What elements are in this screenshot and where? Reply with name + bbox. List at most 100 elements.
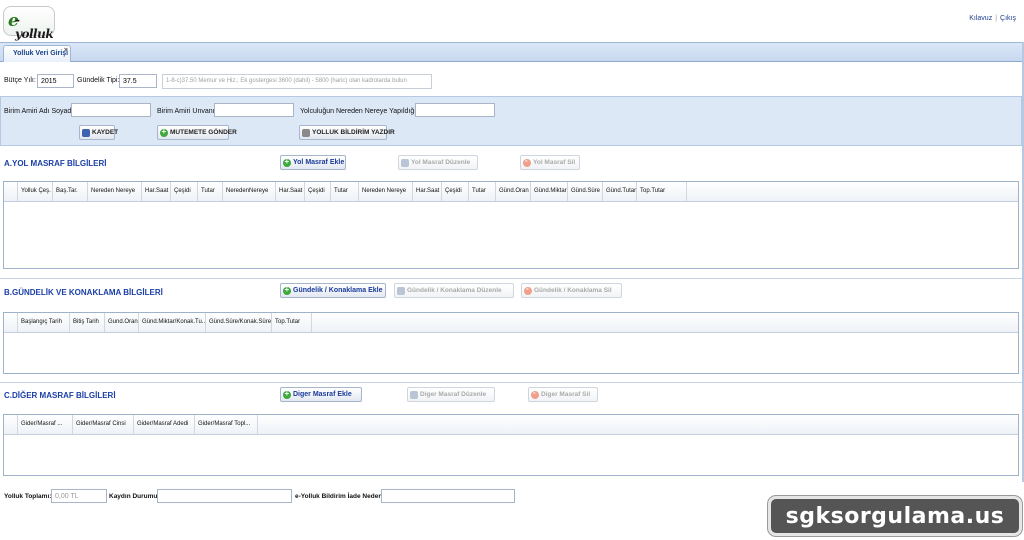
- delete-other-expense-label: Diger Masraf Sil: [541, 391, 591, 398]
- add-road-expense-label: Yol Masraf Ekle: [293, 159, 345, 166]
- section-divider: [0, 278, 1024, 279]
- column-header[interactable]: Çeşidi: [305, 182, 331, 201]
- column-header[interactable]: Har.Saat: [276, 182, 305, 201]
- add-other-expense-label: Diger Masraf Ekle: [293, 391, 352, 398]
- total-label: Yolluk Toplamı:: [4, 493, 52, 500]
- route-input[interactable]: [415, 103, 495, 117]
- top-links: Kılavuz | Çıkış: [969, 15, 1016, 22]
- edit-icon: [397, 287, 405, 295]
- add-daily-lodging-button[interactable]: Gündelik / Konaklama Ekle: [280, 283, 386, 298]
- supervisor-name-input[interactable]: [71, 103, 151, 117]
- floppy-disk-icon: [82, 129, 90, 137]
- add-road-expense-button[interactable]: Yol Masraf Ekle: [280, 155, 346, 170]
- column-header[interactable]: Çeşidi: [442, 182, 469, 201]
- print-declaration-button[interactable]: YOLLUK BİLDİRİM YAZDIR: [299, 125, 395, 140]
- route-label: Yolculuğun Nereden Nereye Yapıldığı:: [300, 108, 419, 115]
- edit-other-expense-label: Diger Masraf Düzenle: [420, 391, 487, 398]
- column-header[interactable]: NeredenNereye: [223, 182, 276, 201]
- return-reason-input[interactable]: [381, 489, 515, 503]
- supervisor-title-label: Birim Amiri Unvanı:: [157, 108, 217, 115]
- column-header[interactable]: Har.Saat: [413, 182, 442, 201]
- send-to-trustee-button[interactable]: MUTEMETE GÖNDER: [157, 125, 237, 140]
- column-header[interactable]: Har.Saat: [142, 182, 171, 201]
- link-separator: |: [995, 15, 998, 22]
- save-button-label: KAYDET: [92, 129, 119, 136]
- send-button-label: MUTEMETE GÖNDER: [170, 129, 237, 136]
- supervisor-title-input[interactable]: [214, 103, 294, 117]
- add-daily-lodging-label: Gündelik / Konaklama Ekle: [293, 287, 383, 294]
- section-a-title: A.YOL MASRAF BİLGİLERİ: [4, 159, 107, 168]
- column-header[interactable]: Günd.Süre: [568, 182, 603, 201]
- daily-type-label: Gündelik Tipi:: [77, 77, 120, 84]
- column-header[interactable]: Gider/Masraf Topl...: [195, 415, 258, 434]
- edit-daily-lodging-label: Gündelik / Konaklama Düzenle: [407, 287, 502, 294]
- section-c-title: C.DİĞER MASRAF BİLGİLERİ: [4, 391, 116, 400]
- section-divider: [0, 382, 1024, 383]
- plus-icon: [283, 157, 291, 167]
- column-header[interactable]: Yolluk Çeş.: [18, 182, 53, 201]
- minus-icon: [523, 156, 531, 167]
- section-b-title: B.GÜNDELİK VE KONAKLAMA BİLGİLERİ: [4, 288, 163, 297]
- printer-icon: [302, 129, 310, 137]
- column-header[interactable]: Top.Tutar: [272, 313, 312, 332]
- plus-icon: [283, 389, 291, 399]
- grid-header: Gider/Masraf ... Gider/Masraf Cinsi Gide…: [4, 415, 1018, 435]
- return-reason-label: e-Yolluk Bildirim İade Nedeni:: [295, 493, 387, 500]
- guide-link[interactable]: Kılavuz: [969, 15, 992, 22]
- edit-road-expense-button[interactable]: Yol Masraf Düzenle: [398, 155, 478, 170]
- column-header[interactable]: Gider/Masraf Adedi: [134, 415, 195, 434]
- column-header[interactable]: Günd.Miktar: [531, 182, 568, 201]
- daily-lodging-grid: Başlangıç Tarih Bitiş Tarih Gund.Oran Gü…: [3, 312, 1019, 374]
- column-header[interactable]: Gider/Masraf Cinsi: [73, 415, 134, 434]
- budget-year-input[interactable]: [37, 74, 74, 88]
- grid-header: Başlangıç Tarih Bitiş Tarih Gund.Oran Gü…: [4, 313, 1018, 333]
- add-other-expense-button[interactable]: Diger Masraf Ekle: [280, 387, 362, 402]
- budget-year-label: Bütçe Yılı:: [4, 77, 36, 84]
- column-header[interactable]: Gider/Masraf ...: [18, 415, 73, 434]
- close-icon[interactable]: ×: [64, 47, 68, 54]
- column-header[interactable]: Günd.Oran: [496, 182, 531, 201]
- road-expense-grid: Yolluk Çeş. Baş.Tar. Nereden Nereye Har.…: [3, 181, 1019, 269]
- column-header[interactable]: Günd.Miktar/Konak.Tu...: [139, 313, 206, 332]
- column-header[interactable]: Tutar: [331, 182, 359, 201]
- watermark: sgksorgulama.us: [768, 496, 1022, 536]
- edit-daily-lodging-button[interactable]: Gündelik / Konaklama Düzenle: [394, 283, 514, 298]
- column-header[interactable]: Tutar: [469, 182, 496, 201]
- column-header[interactable]: Bitiş Tarih: [70, 313, 105, 332]
- column-header[interactable]: Başlangıç Tarih: [18, 313, 70, 332]
- column-header[interactable]: Nereden Nereye: [359, 182, 413, 201]
- delete-road-expense-label: Yol Masraf Sil: [533, 159, 576, 166]
- column-header[interactable]: Gund.Oran: [105, 313, 139, 332]
- total-input[interactable]: [51, 489, 107, 503]
- delete-road-expense-button[interactable]: Yol Masraf Sil: [520, 155, 580, 170]
- delete-other-expense-button[interactable]: Diger Masraf Sil: [528, 387, 598, 402]
- daily-type-input[interactable]: [119, 74, 157, 88]
- logo-text: -yolluk: [15, 13, 54, 41]
- edit-icon: [401, 159, 409, 167]
- tab-yolluk-veri-girisi[interactable]: Yolluk Veri Girişi ×: [3, 45, 71, 62]
- row-number-header: [4, 415, 18, 434]
- daily-type-description: 1-8-c)37.50 Memur ve Hiz.; Ek gostergesi…: [162, 74, 432, 89]
- save-button[interactable]: KAYDET: [79, 125, 119, 140]
- edit-other-expense-button[interactable]: Diger Masraf Düzenle: [407, 387, 495, 402]
- delete-daily-lodging-button[interactable]: Gündelik / Konaklama Sil: [521, 283, 622, 298]
- column-header[interactable]: Günd.Tutar: [603, 182, 637, 201]
- column-header[interactable]: Baş.Tar.: [53, 182, 88, 201]
- column-header[interactable]: Çeşidi: [171, 182, 198, 201]
- column-header[interactable]: Top.Tutar: [637, 182, 687, 201]
- edit-icon: [410, 391, 418, 399]
- column-header[interactable]: Tutar: [198, 182, 223, 201]
- tab-strip: Yolluk Veri Girişi ×: [0, 42, 1024, 62]
- supervisor-panel: Birim Amiri Adı Soyadı: Birim Amiri Unva…: [0, 96, 1022, 146]
- print-button-label: YOLLUK BİLDİRİM YAZDIR: [312, 129, 395, 136]
- row-number-header: [4, 182, 18, 201]
- record-status-label: Kaydın Durumu:: [109, 493, 160, 500]
- edit-road-expense-label: Yol Masraf Düzenle: [411, 159, 471, 166]
- logout-link[interactable]: Çıkış: [1000, 15, 1016, 22]
- e-yolluk-logo: e -yolluk: [3, 6, 55, 41]
- other-expense-grid: Gider/Masraf ... Gider/Masraf Cinsi Gide…: [3, 414, 1019, 476]
- row-number-header: [4, 313, 18, 332]
- column-header[interactable]: Nereden Nereye: [88, 182, 142, 201]
- record-status-input[interactable]: [157, 489, 292, 503]
- column-header[interactable]: Günd.Süre/Konak.Süre: [206, 313, 272, 332]
